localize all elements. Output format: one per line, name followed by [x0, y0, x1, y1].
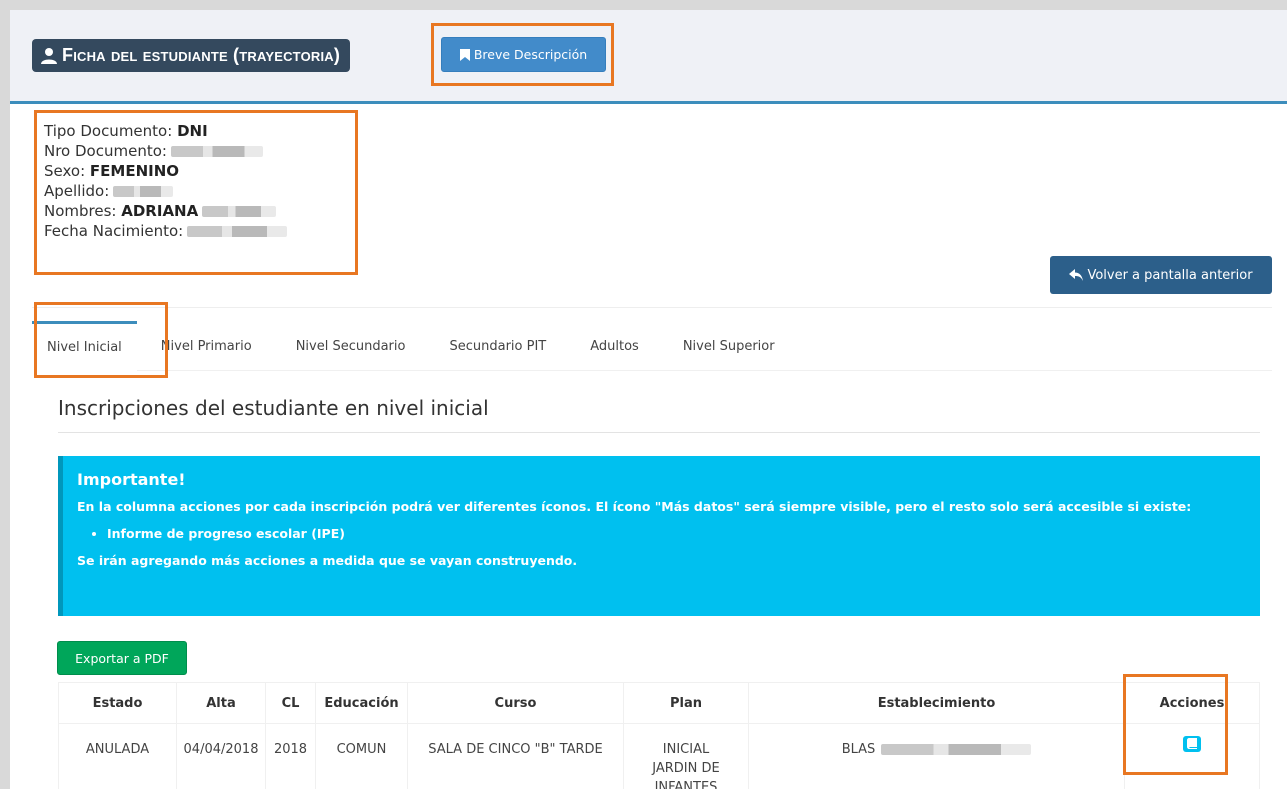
plan-text: INICIAL JARDIN DE INFANTES	[652, 742, 720, 789]
th-estado: Estado	[58, 682, 177, 724]
alert-text: En la columna acciones por cada inscripc…	[77, 499, 1192, 514]
apellido-label: Apellido:	[44, 182, 110, 200]
nombres-label: Nombres:	[44, 202, 117, 220]
reply-icon	[1069, 269, 1084, 281]
cell-alta: 04/04/2018	[176, 723, 266, 789]
tab-adultos[interactable]: Adultos	[568, 321, 661, 371]
breve-descripcion-label: Breve Descripción	[473, 47, 588, 62]
tab-label: Adultos	[590, 338, 639, 354]
inscripciones-table: Estado Alta CL Educación Curso Plan Esta…	[58, 682, 1260, 789]
page-title: Ficha del estudiante (trayectoria)	[32, 39, 351, 72]
tab-label: Nivel Secundario	[295, 338, 406, 354]
cell-cl: 2018	[265, 723, 316, 789]
student-info: Tipo Documento: DNI Nro Documento: Sexo:…	[44, 121, 288, 241]
page-frame: Ficha del estudiante (trayectoria) Breve…	[10, 10, 1287, 789]
tab-label: Nivel Primario	[160, 338, 252, 354]
nombres-value: ADRIANA	[121, 202, 199, 220]
alert-footer: Se irán agregando más acciones a medida …	[77, 553, 578, 568]
nro-documento-row: Nro Documento:	[44, 141, 287, 161]
tabs-bar: Nivel Inicial Nivel Primario Nivel Secun…	[32, 321, 1272, 371]
user-icon	[41, 47, 57, 64]
redacted-fecha-nacimiento	[187, 226, 288, 237]
tab-nivel-inicial[interactable]: Nivel Inicial	[32, 321, 137, 371]
volver-button[interactable]: Volver a pantalla anterior	[1050, 256, 1272, 294]
cell-estado: ANULADA	[58, 723, 177, 789]
alert-list: Informe de progreso escolar (IPE)	[107, 526, 1260, 541]
apellido-row: Apellido:	[44, 181, 287, 201]
cell-acciones	[1124, 723, 1260, 789]
redacted-nro-documento	[170, 146, 263, 157]
table-row: ANULADA 04/04/2018 2018 COMUN SALA DE CI…	[58, 723, 1260, 789]
tab-label: Secundario PIT	[449, 338, 547, 354]
fecha-nacimiento-row: Fecha Nacimiento:	[44, 221, 288, 241]
th-cl: CL	[265, 682, 316, 724]
tab-nivel-secundario[interactable]: Nivel Secundario	[274, 321, 428, 371]
cell-establecimiento: BLAS	[748, 723, 1125, 789]
th-plan: Plan	[623, 682, 749, 724]
mas-datos-button[interactable]	[1183, 736, 1201, 752]
nombres-row: Nombres: ADRIANA	[44, 201, 287, 221]
tipo-documento-value: DNI	[177, 122, 208, 140]
th-establecimiento: Establecimiento	[748, 682, 1125, 724]
sexo-value: FEMENINO	[89, 162, 180, 180]
fecha-nacimiento-label: Fecha Nacimiento:	[44, 222, 184, 240]
cell-educacion: COMUN	[315, 723, 408, 789]
establecimiento-text: BLAS	[841, 742, 876, 757]
page-header: Ficha del estudiante (trayectoria) Breve…	[10, 10, 1287, 104]
table-header-row: Estado Alta CL Educación Curso Plan Esta…	[58, 682, 1260, 724]
redacted-establecimiento	[881, 744, 1032, 755]
th-educacion: Educación	[315, 682, 408, 724]
tipo-documento-row: Tipo Documento: DNI	[44, 121, 287, 141]
sexo-label: Sexo:	[44, 162, 86, 180]
cell-plan: INICIAL JARDIN DE INFANTES	[623, 723, 749, 789]
bookmark-icon	[459, 48, 470, 61]
section-title: Inscripciones del estudiante en nivel in…	[58, 396, 489, 420]
tipo-documento-label: Tipo Documento:	[44, 122, 173, 140]
alert-bullet: Informe de progreso escolar (IPE)	[107, 526, 1260, 541]
important-alert: Importante! En la columna acciones por c…	[58, 456, 1260, 616]
redacted-nombres	[202, 206, 277, 217]
alert-title: Importante!	[77, 470, 186, 489]
volver-label: Volver a pantalla anterior	[1087, 267, 1253, 283]
th-curso: Curso	[407, 682, 624, 724]
th-acciones: Acciones	[1124, 682, 1260, 724]
breve-descripcion-button[interactable]: Breve Descripción	[441, 37, 606, 72]
tab-nivel-superior[interactable]: Nivel Superior	[661, 321, 797, 371]
page-title-text: Ficha del estudiante (trayectoria)	[62, 45, 341, 65]
nro-documento-label: Nro Documento:	[44, 142, 167, 160]
tab-secundario-pit[interactable]: Secundario PIT	[427, 321, 568, 371]
book-icon	[1187, 738, 1197, 749]
sexo-row: Sexo: FEMENINO	[44, 161, 287, 181]
th-alta: Alta	[176, 682, 266, 724]
cell-curso: SALA DE CINCO "B" TARDE	[407, 723, 624, 789]
redacted-apellido	[113, 186, 174, 197]
tab-nivel-primario[interactable]: Nivel Primario	[137, 321, 274, 371]
tab-label: Nivel Inicial	[47, 340, 122, 355]
tab-label: Nivel Superior	[682, 338, 775, 354]
divider	[32, 307, 1272, 308]
section-rule	[58, 432, 1260, 433]
export-pdf-button[interactable]: Exportar a PDF	[57, 641, 187, 675]
